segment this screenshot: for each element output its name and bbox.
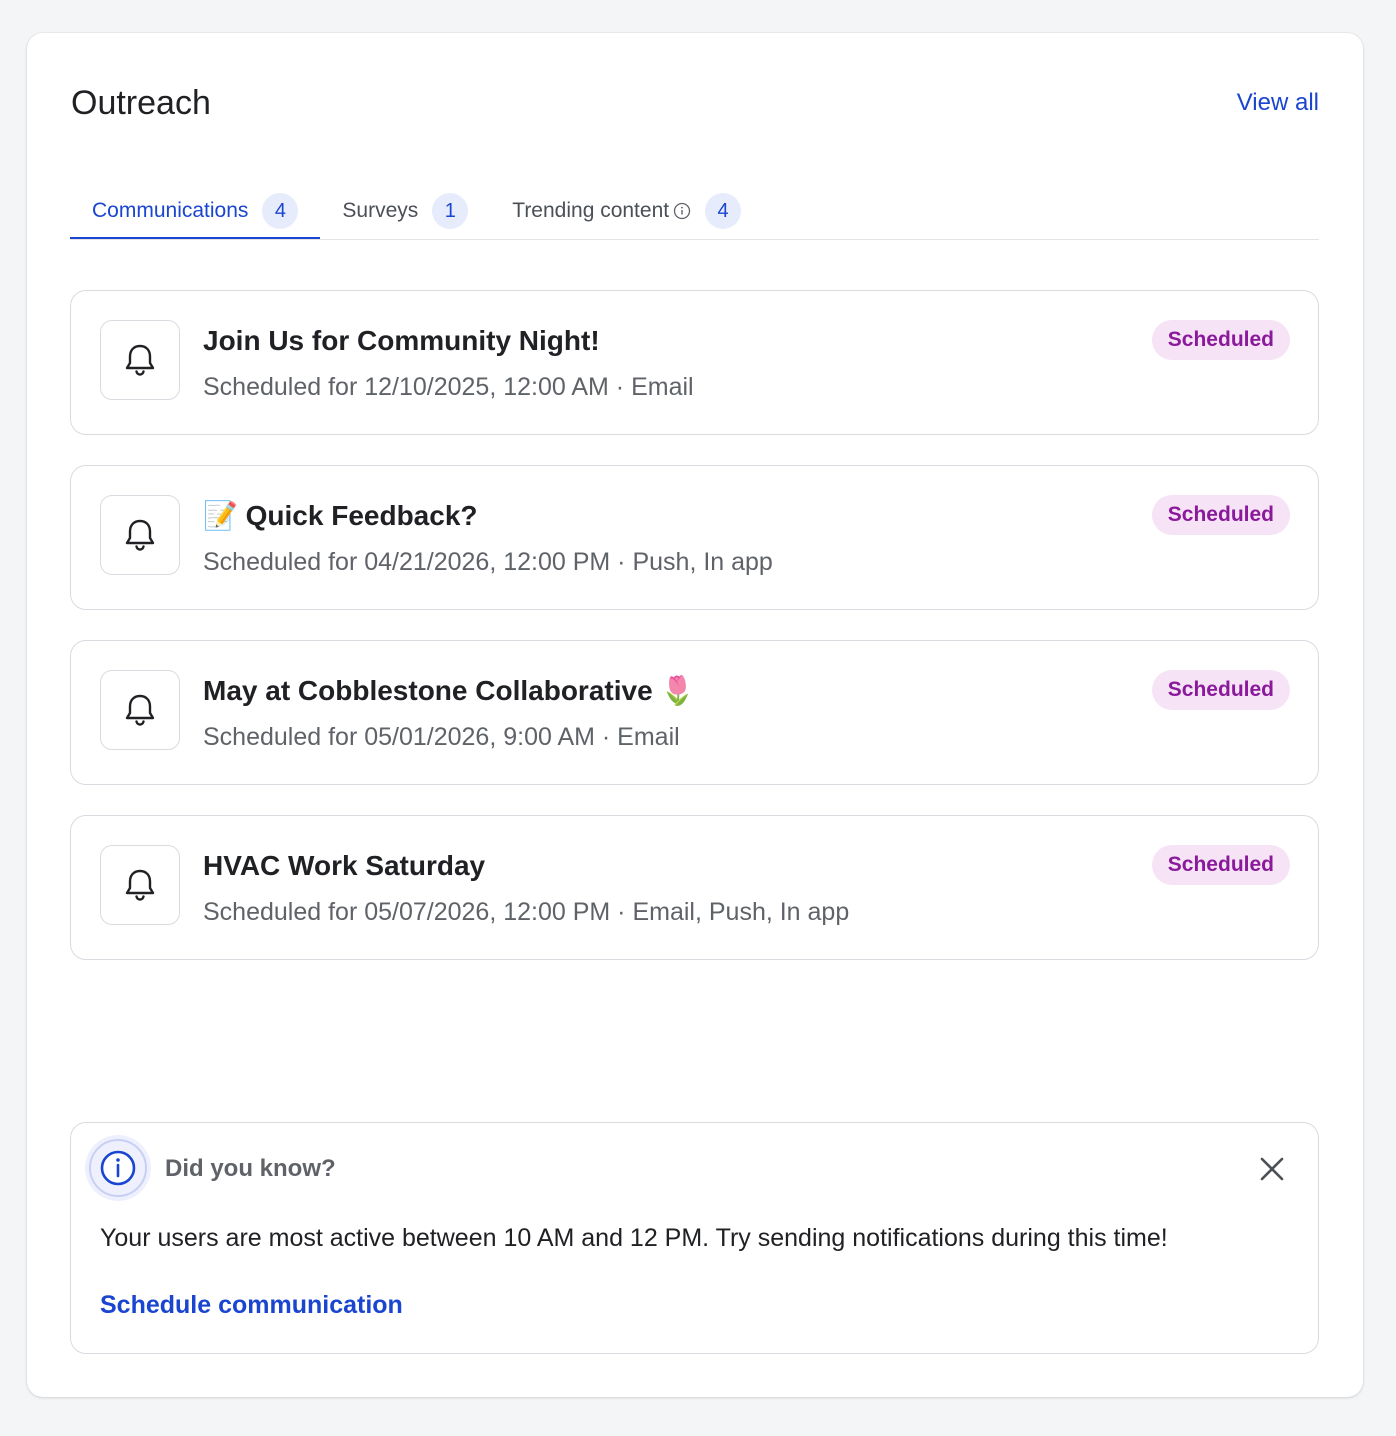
did-you-know-banner: Did you know? Your users are most active…	[70, 1122, 1319, 1354]
bell-icon	[100, 670, 180, 750]
tab-bar: Communications 4 Surveys 1 Trending cont…	[70, 185, 1319, 240]
status-badge: Scheduled	[1151, 670, 1290, 710]
communication-item[interactable]: Join Us for Community Night! Scheduled f…	[70, 290, 1319, 435]
communication-title: 📝 Quick Feedback?	[203, 500, 478, 531]
communication-schedule: Scheduled for 12/10/2025, 12:00 AM · Ema…	[203, 373, 694, 401]
bell-icon	[100, 845, 180, 925]
close-icon[interactable]	[1256, 1153, 1288, 1185]
tab-count-badge: 1	[432, 193, 469, 229]
tab-count-badge: 4	[705, 193, 742, 229]
communication-schedule: Scheduled for 05/01/2026, 9:00 AM · Emai…	[203, 723, 680, 751]
tab-count-badge: 4	[262, 193, 299, 229]
bell-icon	[100, 495, 180, 575]
communication-schedule: Scheduled for 05/07/2026, 12:00 PM · Ema…	[203, 898, 850, 926]
communications-list: Join Us for Community Night! Scheduled f…	[70, 290, 1319, 990]
tab-label: Trending content	[512, 199, 670, 222]
communication-title: HVAC Work Saturday	[203, 850, 486, 881]
view-all-link[interactable]: View all	[1237, 87, 1319, 119]
communication-item[interactable]: May at Cobblestone Collaborative 🌷 Sched…	[70, 640, 1319, 785]
tab-surveys[interactable]: Surveys 1	[320, 185, 490, 237]
status-badge: Scheduled	[1151, 845, 1290, 885]
communication-title: Join Us for Community Night!	[203, 325, 600, 356]
communication-item[interactable]: 📝 Quick Feedback? Scheduled for 04/21/20…	[70, 465, 1319, 610]
tab-label: Surveys	[342, 199, 419, 222]
schedule-communication-link[interactable]: Schedule communication	[100, 1288, 403, 1322]
card-title: Outreach	[71, 84, 211, 122]
info-icon[interactable]	[673, 202, 691, 220]
tab-trending-content[interactable]: Trending content 4	[490, 185, 763, 237]
tip-title: Did you know?	[165, 1155, 336, 1182]
status-badge: Scheduled	[1151, 320, 1290, 360]
info-icon	[84, 1134, 152, 1202]
status-badge: Scheduled	[1151, 495, 1290, 535]
tab-communications[interactable]: Communications 4	[70, 185, 321, 239]
outreach-card: Outreach View all Communications 4 Surve…	[27, 33, 1363, 1397]
communication-title: May at Cobblestone Collaborative 🌷	[203, 675, 696, 706]
tab-label: Communications	[92, 199, 249, 222]
bell-icon	[100, 320, 180, 400]
tip-body: Your users are most active between 10 AM…	[100, 1224, 1168, 1252]
communication-item[interactable]: HVAC Work Saturday Scheduled for 05/07/2…	[70, 815, 1319, 960]
communication-schedule: Scheduled for 04/21/2026, 12:00 PM · Pus…	[203, 548, 773, 576]
